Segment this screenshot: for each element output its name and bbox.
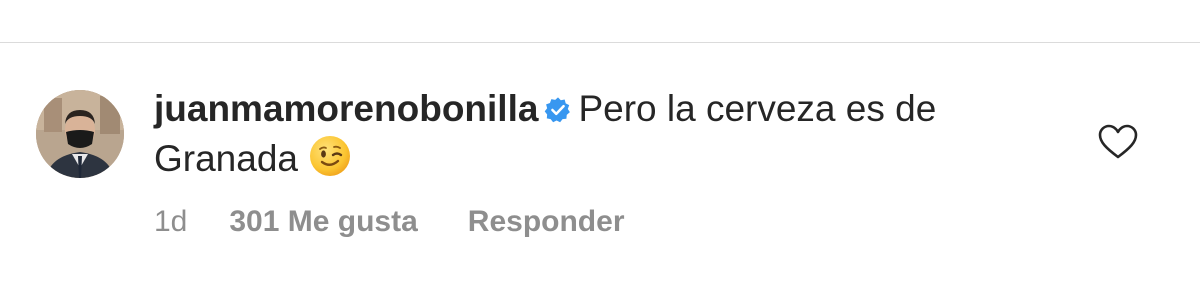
divider bbox=[0, 42, 1200, 43]
comment-timestamp: 1d bbox=[154, 205, 188, 238]
likes-count[interactable]: 301 Me gusta bbox=[229, 205, 417, 238]
comment-text: juanmamorenobonilla Pero la cerveza es d… bbox=[154, 84, 1054, 184]
avatar[interactable] bbox=[36, 90, 124, 178]
avatar-image bbox=[36, 90, 124, 178]
comment-view: juanmamorenobonilla Pero la cerveza es d… bbox=[0, 0, 1200, 281]
heart-icon[interactable] bbox=[1098, 124, 1138, 160]
verified-badge-icon bbox=[545, 97, 571, 123]
reply-button[interactable]: Responder bbox=[468, 205, 625, 238]
comment-body-line1: Pero la cerveza es de bbox=[578, 88, 937, 129]
winking-face-icon bbox=[310, 136, 350, 176]
comment-body-line2: Granada bbox=[154, 138, 298, 179]
username[interactable]: juanmamorenobonilla bbox=[154, 88, 538, 129]
comment-meta: 1d 301 Me gusta Responder bbox=[154, 202, 625, 242]
